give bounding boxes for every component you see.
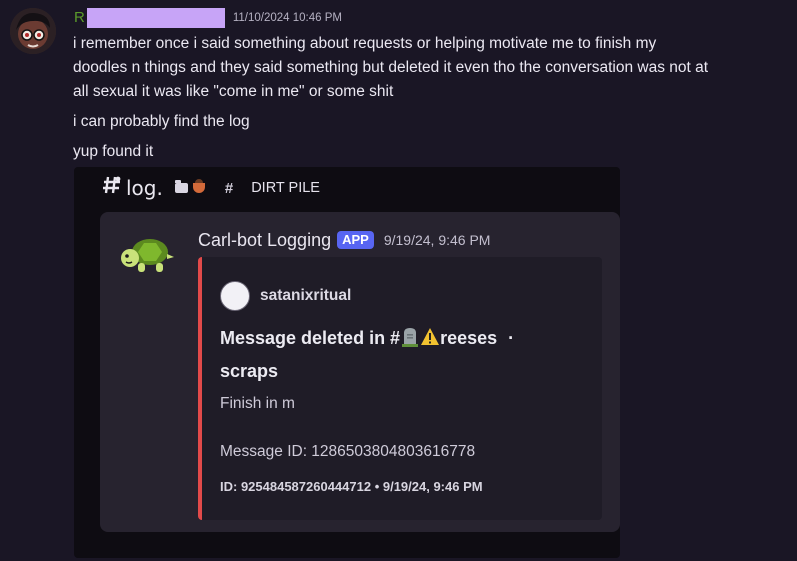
attached-screenshot[interactable]: log. # DIRT PILE Carl-bot Logging APP 9/…: [74, 167, 620, 558]
channel-emojis: [174, 179, 205, 193]
embed-title-prefix: Message deleted in #: [220, 328, 401, 348]
message-text-line: i can probably find the log: [73, 113, 250, 130]
username[interactable]: R: [74, 8, 85, 28]
bowl-emoji-icon: [192, 179, 205, 193]
message-text-line: i remember once i said something about r…: [73, 35, 657, 52]
embed-message-id: Message ID: 1286503804803616778: [220, 443, 476, 460]
embed-title-line2: scraps: [220, 361, 279, 381]
bot-timestamp: 9/19/24, 9:46 PM: [383, 232, 491, 248]
app-badge: APP: [337, 231, 374, 249]
message-text-line: doodles n things and they said something…: [73, 59, 709, 76]
embed-title-dot: ·: [508, 328, 515, 348]
channel-name: log.: [126, 176, 163, 200]
author-name: satanixritual: [260, 287, 352, 304]
bot-message: Carl-bot Logging APP 9/19/24, 9:46 PM sa…: [100, 212, 620, 532]
message-header: R 11/10/2024 10:46 PM: [74, 8, 342, 28]
embed-author: satanixritual: [220, 281, 351, 311]
embed-title: Message deleted in # reeses · scraps: [220, 323, 580, 386]
username-redaction: [86, 8, 225, 28]
category-name: DIRT PILE: [251, 180, 320, 196]
category-hash: #: [224, 179, 234, 197]
hashtag-icon: [102, 175, 122, 201]
message-text-line: all sexual it was like "come in me" or s…: [73, 83, 394, 100]
embed-title-channel: reeses: [440, 328, 498, 348]
embed-footer: ID: 925484587260444712 • 9/19/24, 9:46 P…: [220, 479, 483, 494]
message-timestamp[interactable]: 11/10/2024 10:46 PM: [233, 12, 342, 24]
embed-description: Finish in m: [220, 395, 295, 412]
folder-icon: [174, 180, 188, 193]
warning-emoji-icon: [420, 326, 440, 356]
log-embed: satanixritual Message deleted in # reeses…: [198, 257, 602, 520]
bot-name: Carl-bot Logging: [198, 229, 332, 250]
turtle-avatar-icon: [120, 232, 176, 276]
user-avatar[interactable]: [10, 8, 56, 54]
headstone-emoji-icon: [400, 326, 420, 356]
author-avatar: [220, 281, 250, 311]
chat-message: R 11/10/2024 10:46 PM i remember once i …: [0, 0, 797, 561]
message-text-line: yup found it: [73, 143, 154, 160]
channel-header: log. # DIRT PILE: [102, 175, 320, 201]
bot-header: Carl-bot Logging APP 9/19/24, 9:46 PM: [198, 228, 490, 252]
